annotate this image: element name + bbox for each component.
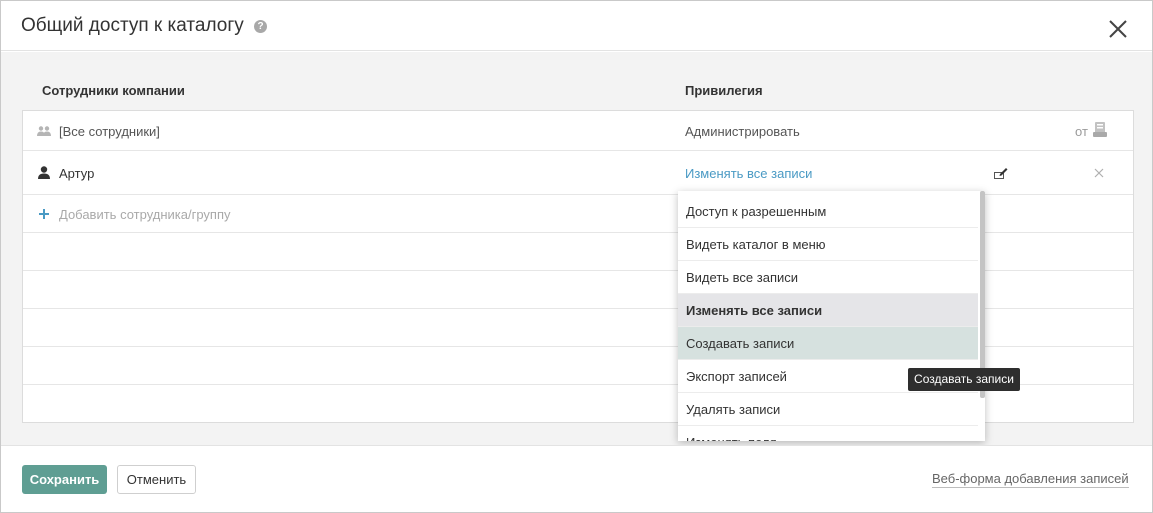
- dropdown-item[interactable]: Изменять поля: [678, 426, 978, 441]
- column-header-employees: Сотрудники компании: [42, 83, 185, 98]
- dialog-footer: Сохранить Отменить Веб-форма добавления …: [1, 445, 1152, 512]
- close-icon[interactable]: [1105, 16, 1131, 42]
- catalog-icon: [1093, 122, 1107, 137]
- from-label: от: [1075, 124, 1088, 139]
- table-row: [Все сотрудники] Администрировать от: [23, 111, 1133, 151]
- employee-name: [Все сотрудники]: [59, 124, 160, 139]
- edit-icon[interactable]: [994, 167, 1008, 179]
- dropdown-item[interactable]: Удалять записи: [678, 393, 978, 426]
- dropdown-item-hovered[interactable]: Создавать записи: [678, 327, 978, 360]
- save-button[interactable]: Сохранить: [22, 465, 107, 494]
- dialog-title: Общий доступ к каталогу: [21, 15, 244, 36]
- column-header-privilege: Привилегия: [685, 83, 763, 98]
- dropdown-item[interactable]: Доступ к разрешенным: [678, 195, 978, 228]
- dialog-header: Общий доступ к каталогу ?: [1, 1, 1152, 51]
- share-catalog-dialog: Общий доступ к каталогу ? Сотрудники ком…: [0, 0, 1153, 513]
- remove-icon[interactable]: [1094, 168, 1104, 178]
- privilege-dropdown: Доступ к разрешенным Видеть каталог в ме…: [678, 191, 985, 441]
- webform-link[interactable]: Веб-форма добавления записей: [932, 471, 1129, 488]
- user-icon: [38, 166, 50, 179]
- tooltip: Создавать записи: [908, 368, 1020, 391]
- group-icon: [37, 126, 51, 136]
- plus-icon: [39, 209, 49, 219]
- add-employee-link[interactable]: Добавить сотрудника/группу: [59, 207, 231, 222]
- dropdown-scrollbar[interactable]: [980, 191, 985, 398]
- privilege-value: Администрировать: [685, 124, 800, 139]
- employee-name: Артур: [59, 166, 95, 181]
- privilege-select[interactable]: Изменять все записи: [685, 166, 812, 181]
- help-icon[interactable]: ?: [254, 20, 267, 33]
- dropdown-item[interactable]: Видеть каталог в меню: [678, 228, 978, 261]
- dropdown-item[interactable]: Видеть все записи: [678, 261, 978, 294]
- dropdown-item-selected[interactable]: Изменять все записи: [678, 294, 978, 327]
- cancel-button[interactable]: Отменить: [117, 465, 196, 494]
- table-row: Артур Изменять все записи: [23, 151, 1133, 195]
